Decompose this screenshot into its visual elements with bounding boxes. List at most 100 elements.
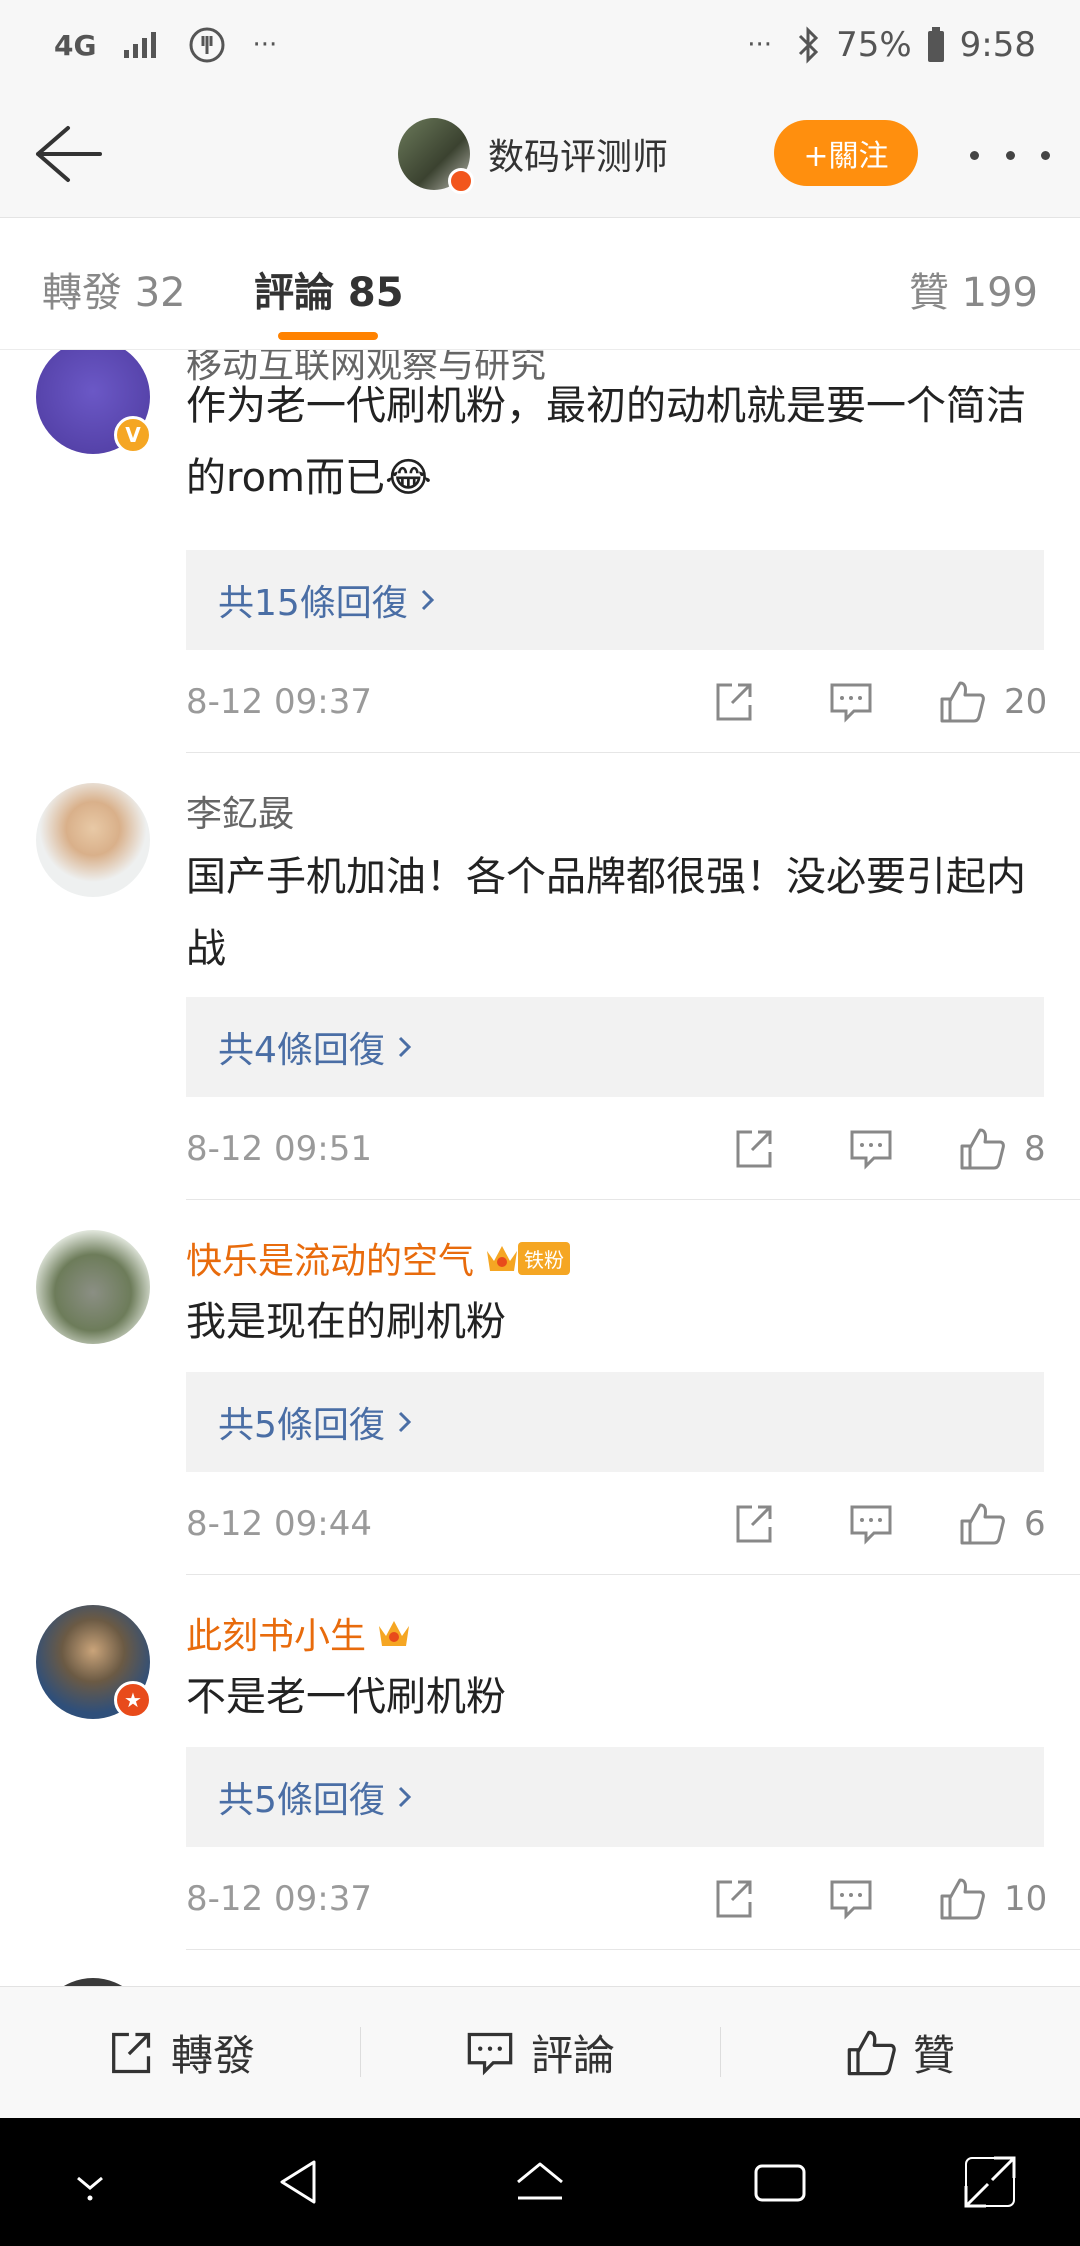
comment-icon bbox=[830, 1880, 872, 1920]
reply-button[interactable] bbox=[848, 1125, 894, 1173]
avatar[interactable]: V bbox=[36, 350, 152, 454]
account-info[interactable]: 数码评测师 bbox=[398, 114, 668, 194]
back-button[interactable] bbox=[28, 116, 108, 192]
divider bbox=[186, 1574, 1080, 1575]
reply-button[interactable] bbox=[848, 1500, 894, 1548]
nav-recents-button[interactable] bbox=[750, 2152, 810, 2212]
like-button[interactable]: 6 bbox=[958, 1500, 1046, 1548]
tab-like[interactable]: 贊 199 bbox=[909, 260, 1038, 318]
like-button[interactable]: 20 bbox=[938, 678, 1047, 726]
share-button[interactable] bbox=[730, 1500, 776, 1548]
status-right: ··· 75% 9:58 bbox=[747, 22, 1036, 68]
network-type: 4G bbox=[54, 28, 97, 62]
like-button[interactable]: 8 bbox=[958, 1125, 1046, 1173]
crown-icon bbox=[379, 1621, 410, 1646]
chevron-right-icon bbox=[398, 1036, 412, 1058]
avatar[interactable] bbox=[36, 783, 150, 897]
tab-repost[interactable]: 轉發 32 bbox=[42, 260, 186, 318]
reply-button[interactable] bbox=[828, 1875, 874, 1923]
replies-link[interactable]: 共4條回復 bbox=[186, 997, 1044, 1097]
nav-expand-button[interactable] bbox=[960, 2152, 1020, 2212]
comment-meta: 8-12 09:51 8 bbox=[186, 1119, 1046, 1179]
divider bbox=[186, 1949, 1080, 1950]
nav-home-button[interactable] bbox=[510, 2152, 570, 2212]
crown-icon bbox=[487, 1246, 518, 1271]
bottom-action-bar: 轉發 評論 贊 bbox=[0, 1986, 1080, 2118]
share-icon bbox=[716, 683, 752, 721]
username-text: 快乐是流动的空气 bbox=[186, 1241, 475, 1282]
share-button[interactable] bbox=[710, 678, 756, 726]
share-button[interactable] bbox=[710, 1875, 756, 1923]
status-more-left: ··· bbox=[252, 30, 278, 60]
username[interactable]: 李釔晸 bbox=[186, 785, 294, 837]
comment-list[interactable]: V 移动互联网观察与研究 作为老一代刷机粉，最初的动机就是要一个简洁的rom而已… bbox=[0, 350, 1080, 1986]
battery-percent: 75% bbox=[836, 25, 912, 65]
replies-link[interactable]: 共5條回復 bbox=[186, 1747, 1044, 1847]
status-more-right: ··· bbox=[747, 30, 773, 60]
replies-count: 共4條回復 bbox=[218, 1030, 385, 1071]
chevron-right-icon bbox=[421, 589, 434, 611]
thumbs-up-icon bbox=[940, 681, 985, 723]
comment-text: 国产手机加油！各个品牌都很强！没必要引起内战 bbox=[186, 854, 1026, 972]
thumbs-up-icon bbox=[940, 1878, 985, 1920]
thumbs-up-icon bbox=[960, 1128, 1005, 1170]
status-left: 4G ··· bbox=[54, 22, 277, 68]
comment-label: 評論 bbox=[530, 2031, 615, 2080]
member-badge[interactable] bbox=[376, 1616, 412, 1650]
triangle-back-icon bbox=[280, 2160, 316, 2204]
recents-icon bbox=[754, 2164, 806, 2202]
divider bbox=[186, 1199, 1080, 1200]
account-name[interactable]: 数码评测师 bbox=[488, 128, 668, 180]
comment-button[interactable]: 評論 bbox=[360, 1987, 720, 2118]
comment-text: 作为老一代刷机粉，最初的动机就是要一个简洁的rom而已😂 bbox=[186, 383, 1026, 501]
bluetooth-icon bbox=[799, 26, 819, 64]
replies-link[interactable]: 共15條回復 bbox=[186, 550, 1044, 650]
chevron-right-icon bbox=[398, 1411, 412, 1433]
share-icon bbox=[112, 2032, 151, 2073]
comment-icon bbox=[850, 1130, 892, 1170]
username-text: 此刻书小生 bbox=[186, 1616, 367, 1657]
tab-bar: 轉發 32 評論 85 贊 199 bbox=[0, 218, 1080, 350]
divider bbox=[186, 752, 1080, 753]
verified-badge-icon bbox=[448, 168, 474, 194]
username[interactable]: 快乐是流动的空气 铁粉 bbox=[186, 1232, 571, 1284]
follow-button[interactable]: +關注 bbox=[774, 120, 918, 186]
clock: 9:58 bbox=[959, 25, 1036, 65]
repost-button[interactable]: 轉發 bbox=[0, 1987, 360, 2118]
thumbs-up-icon bbox=[847, 2030, 896, 2075]
active-tab-indicator bbox=[278, 332, 378, 340]
repost-label: 轉發 bbox=[170, 2031, 255, 2080]
comment-time: 8-12 09:44 bbox=[186, 1504, 372, 1544]
like-count: 20 bbox=[1004, 682, 1048, 722]
like-count: 8 bbox=[1024, 1129, 1046, 1169]
share-button[interactable] bbox=[730, 1125, 776, 1173]
comment-time: 8-12 09:37 bbox=[186, 682, 372, 722]
like-count: 10 bbox=[1004, 1879, 1048, 1919]
avatar[interactable] bbox=[36, 1978, 150, 1986]
comment-meta: 8-12 09:44 6 bbox=[186, 1494, 1046, 1554]
account-avatar[interactable] bbox=[398, 118, 474, 194]
arrow-left-icon bbox=[36, 126, 102, 182]
chevron-down-icon bbox=[77, 2176, 103, 2201]
nav-back-button[interactable] bbox=[270, 2152, 330, 2212]
like-count: 6 bbox=[1024, 1504, 1046, 1544]
reply-button[interactable] bbox=[828, 678, 874, 726]
fan-badge[interactable]: 铁粉 bbox=[484, 1241, 571, 1275]
share-icon bbox=[736, 1130, 772, 1168]
like-button[interactable]: 10 bbox=[938, 1875, 1047, 1923]
vip-badge-icon: ★ bbox=[114, 1681, 152, 1719]
avatar[interactable]: ★ bbox=[36, 1605, 152, 1719]
comment-meta: 8-12 09:37 10 bbox=[186, 1869, 1047, 1929]
hide-keyboard-button[interactable] bbox=[60, 2152, 120, 2212]
comment-meta: 8-12 09:37 20 bbox=[186, 672, 1047, 732]
signal-icon bbox=[124, 32, 157, 58]
username[interactable]: 此刻书小生 bbox=[186, 1607, 412, 1659]
expand-icon bbox=[964, 2156, 1016, 2208]
more-options-button[interactable] bbox=[970, 130, 1050, 180]
home-icon bbox=[517, 2162, 563, 2200]
like-post-button[interactable]: 贊 bbox=[720, 1987, 1080, 2118]
like-label: 贊 bbox=[912, 2031, 955, 2080]
replies-link[interactable]: 共5條回復 bbox=[186, 1372, 1044, 1472]
avatar[interactable] bbox=[36, 1230, 150, 1344]
battery-icon bbox=[927, 27, 944, 62]
